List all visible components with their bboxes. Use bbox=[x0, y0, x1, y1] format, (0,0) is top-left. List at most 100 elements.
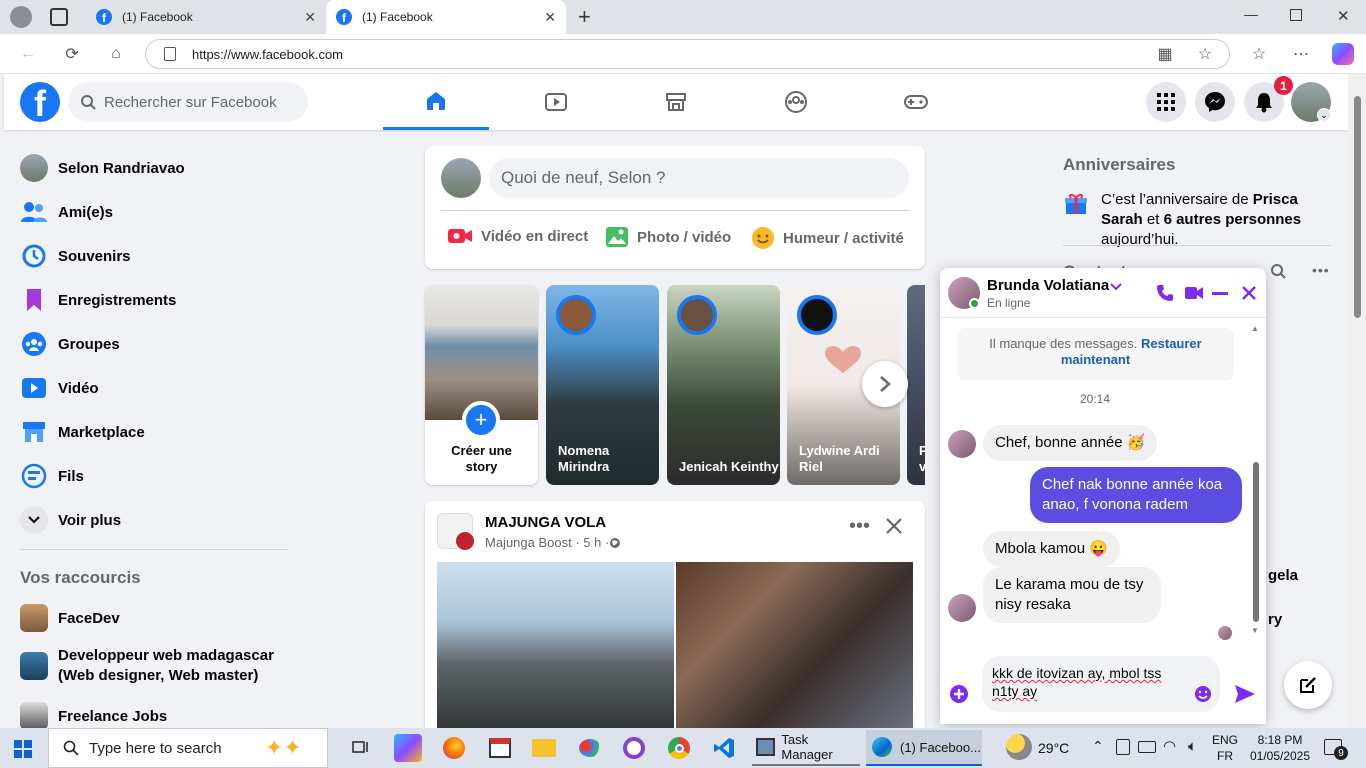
scroll-up-icon[interactable]: ▲ bbox=[1251, 324, 1259, 333]
chrome-icon[interactable] bbox=[665, 734, 693, 762]
more-options-icon[interactable]: ⋯ bbox=[1289, 42, 1313, 66]
composer-avatar[interactable] bbox=[441, 158, 481, 198]
battery-icon[interactable] bbox=[1138, 741, 1156, 753]
emoji-icon[interactable] bbox=[1194, 685, 1212, 703]
page-avatar[interactable] bbox=[437, 513, 476, 552]
sidebar-item-groups[interactable]: Groupes bbox=[20, 322, 120, 366]
sidebar-item-profile[interactable]: Selon Randriavao bbox=[20, 146, 185, 190]
post-page-name[interactable]: MAJUNGA VOLA bbox=[485, 514, 606, 531]
clock[interactable]: 8:18 PM 01/05/2025 bbox=[1246, 732, 1314, 764]
firefox-icon[interactable] bbox=[440, 734, 468, 762]
call-icon[interactable] bbox=[1156, 284, 1174, 302]
site-info-lock-icon[interactable] bbox=[164, 47, 176, 61]
message-incoming[interactable]: Le karama mou de tsy nisy resaka bbox=[983, 567, 1161, 623]
tab-facebook-2[interactable]: f (1) Facebook ✕ bbox=[326, 0, 566, 34]
close-tab-icon[interactable]: ✕ bbox=[544, 9, 556, 26]
chat-message-input[interactable]: kkk de itovizan ay, mbol tss n1ty ay bbox=[982, 656, 1220, 712]
sidebar-item-memories[interactable]: Souvenirs bbox=[20, 234, 131, 278]
reload-icon[interactable]: ⟳ bbox=[60, 42, 84, 66]
weather-icon[interactable] bbox=[1006, 734, 1032, 760]
close-tab-icon[interactable]: ✕ bbox=[304, 9, 316, 26]
tab-actions-icon[interactable] bbox=[50, 8, 68, 26]
message-incoming[interactable]: Mbola kamou 😛 bbox=[983, 531, 1120, 567]
chat-scrollbar[interactable]: ▲ ▼ bbox=[1251, 324, 1261, 638]
close-window-icon[interactable]: ✕ bbox=[1337, 7, 1350, 25]
new-message-button[interactable] bbox=[1284, 661, 1332, 709]
post-image-2[interactable] bbox=[676, 562, 913, 728]
scroll-down-icon[interactable]: ▼ bbox=[1251, 626, 1259, 635]
sidebar-item-friends[interactable]: Ami(e)s bbox=[20, 190, 113, 234]
sidebar-item-video[interactable]: Vidéo bbox=[20, 366, 99, 410]
taskbar-search[interactable]: Type here to search ✦✦ bbox=[48, 728, 328, 768]
url-field[interactable]: https://www.facebook.com bbox=[145, 39, 1230, 69]
stories-next-button[interactable] bbox=[862, 361, 908, 407]
video-call-icon[interactable] bbox=[1184, 285, 1204, 301]
nav-marketplace[interactable] bbox=[623, 74, 729, 130]
page-scroll-thumb[interactable] bbox=[1354, 96, 1361, 318]
volume-icon[interactable]: 🔈︎ bbox=[1188, 738, 1197, 755]
close-chat-icon[interactable] bbox=[1241, 285, 1257, 301]
windows-start-icon[interactable] bbox=[14, 740, 32, 758]
shortcut-developpeur[interactable]: Developpeur web madagascar (Web designer… bbox=[20, 646, 290, 686]
account-chevron-icon[interactable]: ⌄ bbox=[1317, 108, 1331, 122]
device-icon[interactable] bbox=[1116, 739, 1130, 755]
message-outgoing[interactable]: Chef nak bonne année koa anao, f vonona … bbox=[1030, 467, 1242, 523]
close-post-icon[interactable] bbox=[885, 517, 903, 535]
language-indicator[interactable]: ENG FR bbox=[1212, 732, 1238, 764]
nav-groups[interactable] bbox=[743, 74, 849, 130]
split-screen-icon[interactable]: ▦ bbox=[1153, 42, 1177, 66]
browser-profile-avatar[interactable] bbox=[10, 6, 32, 28]
add-attachment-icon[interactable] bbox=[949, 684, 969, 704]
post-options-icon[interactable]: ••• bbox=[849, 515, 870, 538]
sidebar-see-more[interactable]: Voir plus bbox=[20, 498, 121, 542]
story-card-jenicah[interactable]: Jenicah Keinthy bbox=[667, 285, 780, 485]
message-incoming[interactable]: Chef, bonne année 🥳 bbox=[983, 425, 1158, 461]
chat-scroll-thumb[interactable] bbox=[1253, 462, 1259, 622]
media-app-icon[interactable] bbox=[620, 734, 648, 762]
photo-video-button[interactable]: Photo / vidéo bbox=[605, 226, 731, 248]
nav-home[interactable] bbox=[383, 74, 489, 130]
home-icon[interactable]: ⌂ bbox=[104, 42, 128, 66]
show-hidden-icons-chevron[interactable]: ⌃ bbox=[1092, 738, 1104, 755]
page-scrollbar[interactable] bbox=[1348, 74, 1366, 728]
story-card-nomena[interactable]: Nomena Mirindra bbox=[546, 285, 659, 485]
favorite-star-icon[interactable]: ☆ bbox=[1193, 42, 1217, 66]
copilot-icon[interactable] bbox=[1332, 43, 1354, 65]
new-tab-icon[interactable]: + bbox=[578, 4, 591, 30]
nav-video[interactable] bbox=[503, 74, 609, 130]
task-view-icon[interactable] bbox=[347, 734, 375, 762]
nav-gaming[interactable] bbox=[863, 74, 969, 130]
create-story-card[interactable]: + Créer une story bbox=[425, 285, 538, 485]
minimize-window-icon[interactable]: — bbox=[1244, 6, 1258, 22]
facebook-logo-icon[interactable]: f bbox=[20, 82, 60, 122]
shortcut-facedev[interactable]: FaceDev bbox=[20, 596, 120, 640]
minimize-chat-icon[interactable] bbox=[1212, 292, 1228, 295]
file-explorer-icon[interactable] bbox=[530, 734, 558, 762]
contacts-options-icon[interactable]: ••• bbox=[1312, 262, 1330, 278]
wifi-icon[interactable]: ◠ bbox=[1163, 737, 1176, 755]
post-image-1[interactable] bbox=[437, 562, 674, 728]
contact-name-partial[interactable]: gela bbox=[1268, 567, 1298, 584]
feeling-activity-button[interactable]: Humeur / activité bbox=[751, 226, 904, 250]
restore-window-icon[interactable] bbox=[1290, 9, 1302, 21]
taskbar-app-edge-facebook[interactable]: (1) Faceboo... bbox=[866, 730, 982, 766]
paint-icon[interactable] bbox=[576, 734, 604, 762]
weather-temp[interactable]: 29°C bbox=[1038, 740, 1069, 756]
calendar-icon[interactable] bbox=[486, 734, 514, 762]
menu-button[interactable] bbox=[1146, 82, 1186, 122]
contact-name-partial[interactable]: ry bbox=[1268, 611, 1282, 628]
copilot-taskbar-icon[interactable] bbox=[394, 734, 422, 762]
composer-input[interactable]: Quoi de neuf, Selon ? bbox=[489, 158, 909, 198]
contacts-search-icon[interactable] bbox=[1270, 263, 1286, 279]
send-icon[interactable] bbox=[1234, 684, 1256, 704]
chat-chevron-down-icon[interactable] bbox=[1110, 283, 1122, 291]
vscode-icon[interactable] bbox=[710, 734, 738, 762]
sidebar-item-marketplace[interactable]: Marketplace bbox=[20, 410, 145, 454]
favorites-list-icon[interactable]: ☆ bbox=[1247, 42, 1271, 66]
taskbar-app-task-manager[interactable]: Task Manager bbox=[752, 730, 860, 766]
shortcut-freelance[interactable]: Freelance Jobs bbox=[20, 694, 167, 728]
facebook-search-input[interactable]: Rechercher sur Facebook bbox=[68, 82, 308, 122]
tab-facebook-1[interactable]: f (1) Facebook ✕ bbox=[86, 0, 326, 34]
story-card-partial[interactable]: P v bbox=[907, 285, 925, 485]
sidebar-item-saved[interactable]: Enregistrements bbox=[20, 278, 176, 322]
